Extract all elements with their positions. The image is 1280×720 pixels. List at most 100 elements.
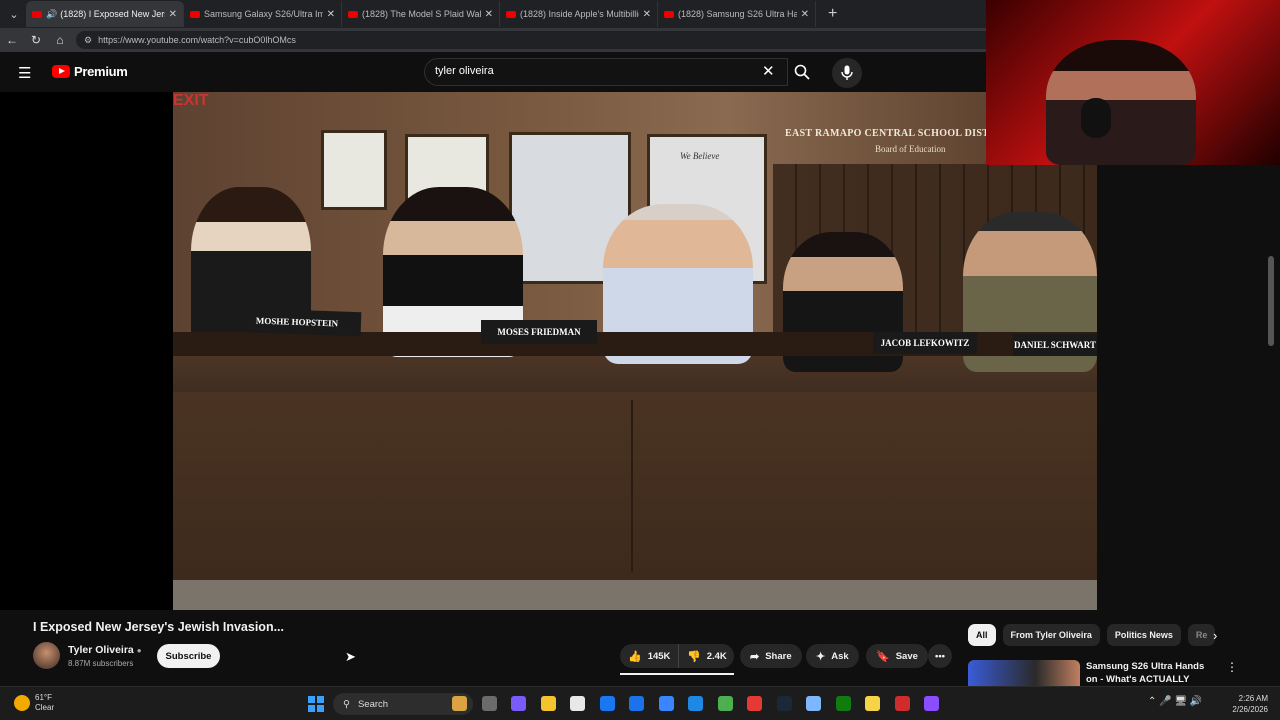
close-tab-icon[interactable]: ✕ (327, 9, 335, 20)
reload-icon[interactable]: ↻ (24, 33, 48, 47)
chevron-right-icon[interactable]: › (1213, 628, 1217, 643)
weather-widget[interactable]: 61°F Clear (14, 693, 54, 713)
taskbar-app-icon[interactable] (540, 696, 556, 711)
weather-condition: Clear (35, 703, 55, 712)
clear-search-icon[interactable]: ✕ (762, 62, 775, 80)
youtube-favicon-icon (506, 10, 516, 18)
taskbar-app-icon[interactable] (806, 696, 821, 711)
nameplate-2: MOSES FRIEDMAN (481, 320, 597, 344)
browser-tab-3[interactable]: (1828) The Model S Plaid Walked ✕ (342, 1, 500, 27)
desk-seam (631, 400, 633, 572)
close-tab-icon[interactable]: ✕ (485, 9, 493, 20)
windows-taskbar: 61°F Clear ⚲ Search ⌃ 🎤 🖥 🔊 2:26 AM 2/26… (0, 686, 1280, 720)
taskbar-app-icon[interactable] (688, 696, 703, 711)
like-count: 145K (647, 650, 671, 662)
clock-time: 2:26 AM (1238, 694, 1268, 703)
taskbar-app-icon[interactable] (717, 696, 733, 711)
taskbar-clock[interactable]: 2:26 AM 2/26/2026 (1228, 693, 1268, 715)
save-label: Save (895, 650, 918, 662)
browser-tab-2[interactable]: Samsung Galaxy S26/Ultra Impre ✕ (184, 1, 342, 27)
related-video-thumbnail[interactable] (968, 660, 1080, 686)
chip-all[interactable]: All (968, 624, 996, 646)
share-button[interactable]: ➦ Share (740, 644, 802, 668)
menu-icon[interactable]: ☰ (18, 64, 31, 82)
subscriber-count: 8.87M subscribers (68, 659, 134, 668)
weather-temp: 61°F (35, 693, 52, 702)
related-filter-chips: All From Tyler Oliveira Politics News Re (968, 624, 1222, 646)
dislike-button[interactable]: 👎 2.4K (678, 644, 734, 668)
system-tray[interactable]: ⌃ 🎤 🖥 🔊 (1148, 696, 1202, 707)
taskbar-app-icon[interactable] (894, 696, 910, 711)
logo-text: Premium (74, 64, 128, 79)
taskbar-app-icon[interactable] (511, 696, 526, 711)
taskbar-app-icon[interactable] (835, 696, 851, 711)
youtube-logo[interactable]: Premium (52, 64, 128, 79)
youtube-favicon-icon (32, 10, 42, 18)
wall-frame (321, 130, 387, 210)
browser-tab-5[interactable]: (1828) Samsung S26 Ultra Hands ✕ (658, 1, 816, 27)
ask-label: Ask (831, 650, 849, 662)
channel-name[interactable]: Tyler Oliveira ● (68, 644, 142, 656)
site-info-icon[interactable]: ⚙ (84, 35, 92, 46)
taskbar-app-icon[interactable] (481, 696, 497, 711)
voice-search-button[interactable] (832, 58, 862, 88)
floor (173, 580, 1097, 610)
more-actions-button[interactable]: ••• (928, 644, 952, 668)
save-button[interactable]: 🔖 Save (866, 644, 928, 668)
youtube-favicon-icon (664, 10, 674, 18)
taskbar-app-icon[interactable] (924, 696, 939, 711)
chip-related[interactable]: Re (1187, 624, 1216, 646)
webcam-overlay (986, 0, 1280, 165)
video-frame[interactable]: EXIT We Believe EAST RAMAPO CENTRAL SCHO… (173, 92, 1097, 610)
taskbar-app-icon[interactable] (776, 696, 792, 711)
taskbar-app-icon[interactable] (452, 696, 467, 711)
back-arrow-icon[interactable]: ← (0, 33, 24, 47)
close-tab-icon[interactable]: ✕ (801, 9, 809, 20)
browser-tab-1[interactable]: 🔊 (1828) I Exposed New Jersey's ✕ (26, 1, 184, 27)
search-icon (794, 64, 810, 80)
channel-name-text: Tyler Oliveira (68, 644, 134, 656)
video-player[interactable]: EXIT We Believe EAST RAMAPO CENTRAL SCHO… (0, 92, 1280, 610)
chip-politics-news[interactable]: Politics News (1106, 624, 1181, 646)
clock-date: 2/26/2026 (1232, 705, 1268, 714)
ask-button[interactable]: ✦ Ask (806, 644, 859, 668)
like-ratio-bar (620, 673, 734, 675)
kebab-menu-icon[interactable]: ⋮ (1226, 660, 1238, 674)
home-icon[interactable]: ⌂ (48, 33, 72, 47)
search-button[interactable] (788, 58, 816, 86)
page-scrollbar[interactable] (1268, 256, 1274, 346)
video-title: I Exposed New Jersey's Jewish Invasion..… (33, 620, 285, 634)
browser-tab-4[interactable]: (1828) Inside Apple's Multibillion ✕ (500, 1, 658, 27)
taskbar-app-icon[interactable] (658, 696, 674, 711)
thumbs-down-icon: 👎 (687, 650, 701, 663)
windows-start-icon[interactable] (308, 696, 324, 712)
new-tab-icon[interactable]: + (828, 5, 837, 23)
subscribe-button[interactable]: Subscribe (157, 644, 220, 668)
nameplate-3: JACOB LEFKOWITZ (873, 332, 977, 354)
tab-list-button[interactable]: ⌄ (2, 2, 26, 26)
chip-from-channel[interactable]: From Tyler Oliveira (1002, 624, 1100, 646)
channel-avatar[interactable] (33, 642, 60, 669)
streamer-silhouette (1046, 40, 1196, 165)
like-button[interactable]: 👍 145K (620, 644, 678, 668)
tab-title: (1828) Inside Apple's Multibillion (520, 9, 639, 19)
search-input[interactable]: tyler oliveira (424, 58, 788, 86)
dislike-count: 2.4K (706, 650, 727, 662)
tab-title: (1828) The Model S Plaid Walked (362, 9, 481, 19)
taskbar-app-icon[interactable] (599, 696, 615, 711)
frame-caption: We Believe (680, 151, 720, 161)
district-banner: EAST RAMAPO CENTRAL SCHOOL DISTRICT (785, 128, 1016, 139)
search-icon: ⚲ (343, 698, 350, 710)
youtube-favicon-icon (190, 10, 200, 18)
taskbar-search-label: Search (357, 698, 389, 710)
close-tab-icon[interactable]: ✕ (643, 9, 651, 20)
player-side-area (1097, 92, 1280, 610)
tab-title: Samsung Galaxy S26/Ultra Impre (204, 9, 323, 19)
taskbar-app-icon[interactable] (629, 696, 644, 711)
audio-playing-icon[interactable]: 🔊 (46, 9, 57, 20)
url-field[interactable]: ⚙ https://www.youtube.com/watch?v=cubO0l… (76, 31, 996, 49)
taskbar-app-icon[interactable] (865, 696, 880, 711)
taskbar-app-icon[interactable] (570, 696, 585, 711)
taskbar-app-icon[interactable] (747, 696, 762, 711)
close-tab-icon[interactable]: ✕ (169, 9, 177, 20)
